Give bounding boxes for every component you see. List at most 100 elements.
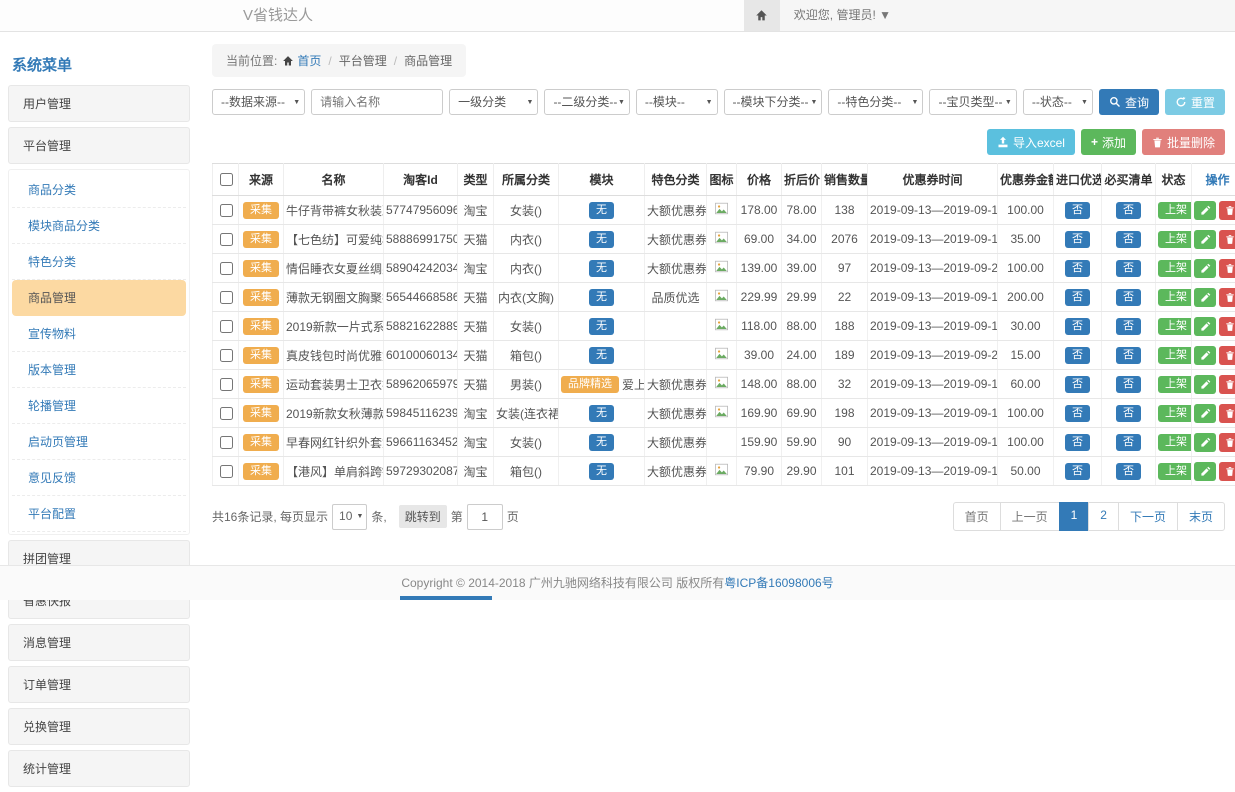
delete-button[interactable]	[1219, 404, 1235, 423]
page-button-首页[interactable]: 首页	[953, 502, 1001, 531]
status-toggle[interactable]: 上架	[1158, 347, 1192, 364]
delete-button[interactable]	[1219, 433, 1235, 452]
per-page-select[interactable]: 10 ▼	[332, 504, 367, 530]
delete-button[interactable]	[1219, 201, 1235, 220]
delete-button[interactable]	[1219, 259, 1235, 278]
import-select-toggle[interactable]: 否	[1065, 318, 1090, 335]
import-select-toggle[interactable]: 否	[1065, 202, 1090, 219]
edit-button[interactable]	[1194, 433, 1216, 452]
status-toggle[interactable]: 上架	[1158, 376, 1192, 393]
page-button-2[interactable]: 2	[1088, 502, 1119, 531]
user-menu[interactable]: 欢迎您, 管理员! ▼	[780, 0, 905, 31]
sidebar-item-消息管理[interactable]: 消息管理	[8, 624, 190, 661]
sidebar-item-平台管理[interactable]: 平台管理	[8, 127, 190, 164]
page-button-下一页[interactable]: 下一页	[1118, 502, 1178, 531]
filter-select[interactable]: --二级分类--▼	[544, 89, 629, 115]
status-toggle[interactable]: 上架	[1158, 463, 1192, 480]
row-checkbox[interactable]	[220, 204, 233, 217]
must-buy-toggle[interactable]: 否	[1116, 376, 1141, 393]
status-toggle[interactable]: 上架	[1158, 202, 1192, 219]
must-buy-toggle[interactable]: 否	[1116, 202, 1141, 219]
status-toggle[interactable]: 上架	[1158, 405, 1192, 422]
status-toggle[interactable]: 上架	[1158, 260, 1192, 277]
must-buy-toggle[interactable]: 否	[1116, 434, 1141, 451]
page-button-1[interactable]: 1	[1059, 502, 1090, 531]
jump-button[interactable]: 跳转到	[399, 505, 447, 528]
sidebar-item-平台配置[interactable]: 平台配置	[12, 496, 186, 532]
delete-button[interactable]	[1219, 317, 1235, 336]
breadcrumb-home-link[interactable]: 首页	[282, 52, 321, 69]
status-toggle[interactable]: 上架	[1158, 434, 1192, 451]
status-toggle[interactable]: 上架	[1158, 289, 1192, 306]
must-buy-toggle[interactable]: 否	[1116, 289, 1141, 306]
filter-select[interactable]: --宝贝类型--▼	[929, 89, 1016, 115]
sidebar-item-用户管理[interactable]: 用户管理	[8, 85, 190, 122]
row-checkbox[interactable]	[220, 349, 233, 362]
sidebar-item-宣传物料[interactable]: 宣传物料	[12, 316, 186, 352]
filter-select[interactable]: --数据来源--▼	[212, 89, 305, 115]
sidebar-item-版本管理[interactable]: 版本管理	[12, 352, 186, 388]
delete-button[interactable]	[1219, 375, 1235, 394]
must-buy-toggle[interactable]: 否	[1116, 318, 1141, 335]
import-select-toggle[interactable]: 否	[1065, 376, 1090, 393]
import-select-toggle[interactable]: 否	[1065, 347, 1090, 364]
page-button-末页[interactable]: 末页	[1177, 502, 1225, 531]
name-filter-input[interactable]	[311, 89, 443, 115]
sidebar-item-统计管理[interactable]: 统计管理	[8, 750, 190, 787]
add-button[interactable]: + 添加	[1081, 129, 1136, 155]
page-button-上一页[interactable]: 上一页	[1000, 502, 1060, 531]
sidebar-item-订单管理[interactable]: 订单管理	[8, 666, 190, 703]
search-button[interactable]: 查询	[1099, 89, 1159, 115]
sidebar-item-商品管理[interactable]: 商品管理	[12, 280, 186, 316]
delete-button[interactable]	[1219, 230, 1235, 249]
edit-button[interactable]	[1194, 375, 1216, 394]
edit-button[interactable]	[1194, 404, 1216, 423]
sidebar-item-特色分类[interactable]: 特色分类	[12, 244, 186, 280]
delete-button[interactable]	[1219, 288, 1235, 307]
sidebar-item-启动页管理[interactable]: 启动页管理	[12, 424, 186, 460]
sidebar-item-意见反馈[interactable]: 意见反馈	[12, 460, 186, 496]
filter-select[interactable]: --状态--▼	[1023, 89, 1093, 115]
filter-select[interactable]: 一级分类▼	[449, 89, 538, 115]
filter-select[interactable]: --模块--▼	[636, 89, 718, 115]
must-buy-toggle[interactable]: 否	[1116, 347, 1141, 364]
page-number-input[interactable]	[467, 504, 503, 530]
must-buy-toggle[interactable]: 否	[1116, 231, 1141, 248]
sidebar-item-轮播管理[interactable]: 轮播管理	[12, 388, 186, 424]
filter-select[interactable]: --特色分类--▼	[828, 89, 923, 115]
status-toggle[interactable]: 上架	[1158, 318, 1192, 335]
import-select-toggle[interactable]: 否	[1065, 260, 1090, 277]
row-checkbox[interactable]	[220, 320, 233, 333]
row-checkbox[interactable]	[220, 378, 233, 391]
row-checkbox[interactable]	[220, 407, 233, 420]
import-excel-button[interactable]: 导入excel	[987, 129, 1075, 155]
sidebar-item-兑换管理[interactable]: 兑换管理	[8, 708, 190, 745]
import-select-toggle[interactable]: 否	[1065, 434, 1090, 451]
reset-button[interactable]: 重置	[1165, 89, 1225, 115]
row-checkbox[interactable]	[220, 465, 233, 478]
row-checkbox[interactable]	[220, 262, 233, 275]
must-buy-toggle[interactable]: 否	[1116, 463, 1141, 480]
row-checkbox[interactable]	[220, 436, 233, 449]
import-select-toggle[interactable]: 否	[1065, 405, 1090, 422]
edit-button[interactable]	[1194, 230, 1216, 249]
edit-button[interactable]	[1194, 346, 1216, 365]
sidebar-item-商品分类[interactable]: 商品分类	[12, 172, 186, 208]
must-buy-toggle[interactable]: 否	[1116, 405, 1141, 422]
import-select-toggle[interactable]: 否	[1065, 231, 1090, 248]
status-toggle[interactable]: 上架	[1158, 231, 1192, 248]
icp-link[interactable]: 粤ICP备16098006号	[724, 576, 833, 590]
delete-button[interactable]	[1219, 346, 1235, 365]
edit-button[interactable]	[1194, 462, 1216, 481]
edit-button[interactable]	[1194, 288, 1216, 307]
edit-button[interactable]	[1194, 259, 1216, 278]
edit-button[interactable]	[1194, 317, 1216, 336]
select-all-checkbox[interactable]	[220, 173, 233, 186]
must-buy-toggle[interactable]: 否	[1116, 260, 1141, 277]
home-button[interactable]	[744, 0, 780, 31]
edit-button[interactable]	[1194, 201, 1216, 220]
row-checkbox[interactable]	[220, 291, 233, 304]
import-select-toggle[interactable]: 否	[1065, 463, 1090, 480]
row-checkbox[interactable]	[220, 233, 233, 246]
sidebar-item-模块商品分类[interactable]: 模块商品分类	[12, 208, 186, 244]
